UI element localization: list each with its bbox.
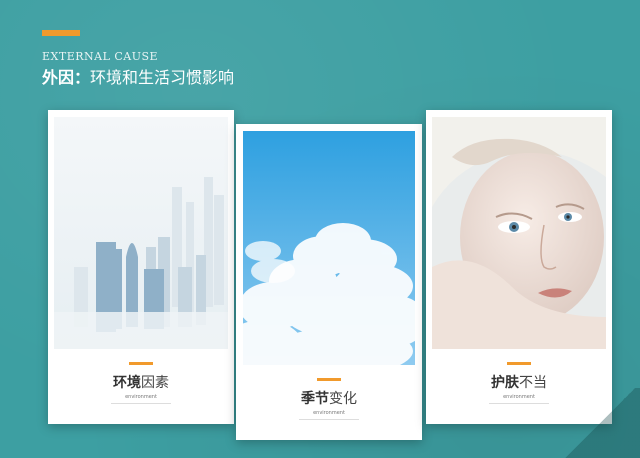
page-title: 外因：环境和生活习惯影响 — [42, 64, 234, 88]
city-skyline-image — [54, 117, 228, 349]
card-title-rest: 变化 — [329, 391, 357, 407]
card-accent-bar — [317, 378, 341, 381]
card-title-rest: 不当 — [519, 375, 547, 391]
card-environment[interactable]: 环境因素 environment — [48, 110, 234, 424]
card-subtitle: environment — [125, 394, 157, 400]
card-title-rest: 因素 — [141, 375, 169, 391]
page-title-bold: 外因： — [42, 68, 91, 87]
corner-decoration — [560, 388, 640, 458]
card-accent-bar — [129, 362, 153, 365]
sky-clouds-image — [243, 131, 415, 365]
card-subtitle: environment — [313, 410, 345, 416]
card-title-bold: 环境 — [113, 375, 141, 391]
header-subtitle-en: EXTERNAL CAUSE — [42, 50, 159, 63]
card-title: 环境因素 — [48, 372, 234, 392]
card-divider — [111, 403, 171, 404]
header-accent-bar — [42, 30, 80, 36]
card-accent-bar — [507, 362, 531, 365]
card-title-bold: 护肤 — [491, 375, 519, 391]
face-portrait-image — [432, 117, 606, 349]
card-skincare[interactable]: 护肤不当 environment — [426, 110, 612, 424]
face-portrait-graphic — [432, 117, 606, 349]
card-title-bold: 季节 — [301, 391, 329, 407]
page-title-rest: 环境和生活习惯影响 — [90, 68, 235, 87]
card-divider — [489, 403, 549, 404]
card-divider — [299, 419, 359, 420]
sky-clouds-graphic — [243, 131, 415, 365]
card-title: 季节变化 — [236, 388, 422, 408]
card-season[interactable]: 季节变化 environment — [236, 124, 422, 440]
city-skyline-graphic — [54, 117, 228, 349]
